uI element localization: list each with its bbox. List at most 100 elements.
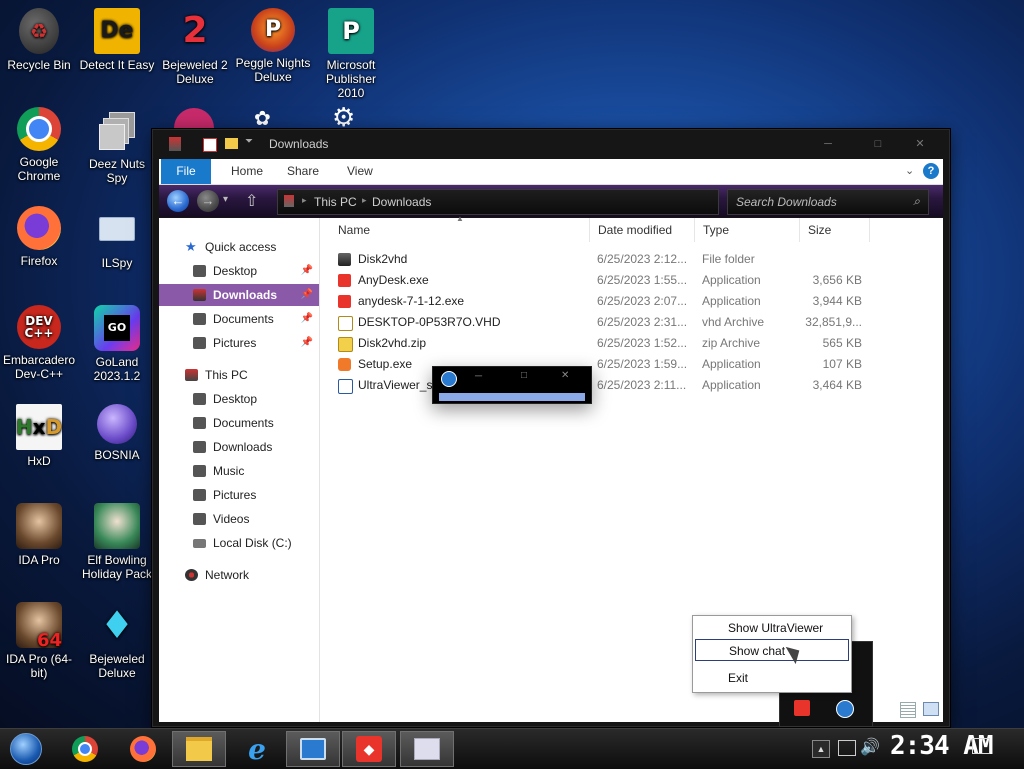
desktop-icon-deez-nuts-spy[interactable]: Deez Nuts Spy (78, 107, 156, 185)
taskbar-firefox[interactable] (116, 731, 170, 767)
pin-icon[interactable]: 📌 (301, 332, 313, 354)
column-header-type[interactable]: Type (695, 218, 800, 242)
table-row[interactable]: AnyDesk.exe 6/25/2023 1:55... Applicatio… (320, 270, 943, 291)
table-row[interactable]: DESKTOP-0P53R7O.VHD 6/25/2023 2:31... vh… (320, 312, 943, 333)
nav-pc-music[interactable]: Music (159, 460, 319, 482)
pin-icon[interactable]: 📌 (301, 284, 313, 306)
minimize-button[interactable]: ─ (475, 371, 482, 382)
menu-item-show-ultraviewer[interactable]: Show UltraViewer (693, 617, 851, 639)
taskbar-ultraviewer[interactable] (286, 731, 340, 767)
tab-share[interactable]: Share (287, 164, 319, 178)
desktop-icon-ida-pro[interactable]: IDA Pro (0, 503, 78, 567)
large-icons-view-button[interactable] (923, 702, 939, 716)
elf-bowling-icon (94, 503, 140, 549)
breadcrumb-this-pc[interactable]: This PC (314, 195, 357, 209)
close-button[interactable]: ✕ (905, 136, 935, 152)
diamond-icon: ♦ (99, 603, 135, 647)
desktop-icon-hxd[interactable]: HxD HxD (0, 404, 78, 468)
desktop-icon-ida-pro-64[interactable]: 64 IDA Pro (64-bit) (0, 602, 78, 680)
volume-icon[interactable]: 🔊 (860, 737, 880, 757)
properties-icon[interactable] (203, 138, 217, 152)
taskbar-app[interactable] (400, 731, 454, 767)
desktop-icon-bosnia[interactable]: BOSNIA (78, 404, 156, 462)
breadcrumb-downloads[interactable]: Downloads (372, 195, 431, 209)
column-header-name[interactable]: Name (330, 218, 590, 242)
desktop-icon-goland[interactable]: GO GoLand 2023.1.2 (78, 305, 156, 383)
folder-icon (186, 737, 212, 761)
taskbar-chrome[interactable] (58, 731, 112, 767)
desktop-icon-detect-it-easy[interactable]: De Detect It Easy (78, 8, 156, 72)
nav-quick-pictures[interactable]: Pictures 📌 (159, 332, 319, 354)
network-icon[interactable] (838, 740, 856, 756)
tab-view[interactable]: View (347, 164, 373, 178)
table-row[interactable]: UltraViewer_set 6/25/2023 2:11... Applic… (320, 375, 943, 396)
desktop-icon-dev-cpp[interactable]: DEV C++ Embarcadero Dev-C++ (0, 305, 78, 381)
minimize-button[interactable]: ─ (813, 136, 843, 152)
taskbar-file-explorer[interactable] (172, 731, 226, 767)
desktop-icon-elf-bowling[interactable]: Elf Bowling Holiday Pack (78, 503, 156, 581)
maximize-button[interactable]: □ (521, 370, 527, 381)
ultraviewer-mini-window[interactable]: ─ □ ✕ (432, 366, 592, 404)
table-row[interactable]: anydesk-7-1-12.exe 6/25/2023 2:07... App… (320, 291, 943, 312)
help-icon[interactable]: ? (923, 163, 939, 179)
maximize-button[interactable]: □ (863, 136, 893, 152)
nav-this-pc[interactable]: This PC (159, 364, 319, 386)
recent-locations-icon[interactable]: ▾ (223, 194, 228, 205)
desktop-icon-peggle-nights[interactable]: P Peggle Nights Deluxe (234, 8, 312, 84)
expand-ribbon-icon[interactable]: ⌄ (905, 164, 914, 177)
nav-quick-access[interactable]: ★ Quick access (159, 236, 319, 258)
table-row[interactable]: Disk2vhd.zip 6/25/2023 1:52... zip Archi… (320, 333, 943, 354)
column-header-date[interactable]: Date modified (590, 218, 695, 242)
search-input[interactable]: Search Downloads ⌕ (727, 189, 929, 215)
back-button[interactable]: ← (167, 190, 189, 212)
nav-pc-documents[interactable]: Documents (159, 412, 319, 434)
anydesk-icon: ◆ (356, 736, 382, 762)
nav-network[interactable]: Network (159, 564, 319, 586)
up-button[interactable]: ⇧ (245, 191, 258, 211)
nav-quick-documents[interactable]: Documents 📌 (159, 308, 319, 330)
windows-stack-icon (94, 107, 140, 153)
tab-home[interactable]: Home (231, 164, 263, 178)
nav-pc-desktop[interactable]: Desktop (159, 388, 319, 410)
new-folder-icon[interactable] (225, 138, 238, 149)
address-path[interactable]: ▸ This PC ▸ Downloads (277, 189, 719, 215)
taskbar-internet-explorer[interactable]: e (230, 731, 284, 767)
show-hidden-icons-button[interactable]: ▲ (812, 740, 830, 758)
desktop-icon-firefox[interactable]: Firefox (0, 206, 78, 268)
tab-file[interactable]: File (161, 159, 211, 184)
close-button[interactable]: ✕ (561, 370, 569, 381)
desktop-icon-google-chrome[interactable]: Google Chrome (0, 107, 78, 183)
start-button[interactable] (4, 731, 48, 767)
table-row[interactable]: Disk2vhd 6/25/2023 2:12... File folder (320, 249, 943, 270)
nav-pc-downloads[interactable]: Downloads (159, 436, 319, 458)
ultraviewer-tray-icon[interactable] (836, 700, 854, 718)
menu-item-exit[interactable]: Exit (693, 667, 851, 689)
monitor-chart-icon (414, 738, 440, 760)
menu-item-show-chat[interactable]: Show chat (695, 639, 849, 661)
notifications-icon[interactable] (972, 738, 990, 754)
pin-icon[interactable]: 📌 (301, 260, 313, 282)
nav-pc-local-disk[interactable]: Local Disk (C:) (159, 532, 319, 554)
forward-button[interactable]: → (197, 190, 219, 212)
address-bar: ← → ▾ ⇧ ▸ This PC ▸ Downloads Search Dow… (159, 185, 943, 217)
details-view-button[interactable] (900, 702, 916, 718)
desktop-icon-publisher[interactable]: P Microsoft Publisher 2010 (312, 8, 390, 100)
music-folder-icon (193, 465, 206, 477)
desktop-icon-recycle-bin[interactable]: ♻ Recycle Bin (0, 8, 78, 72)
setup-icon (338, 358, 351, 371)
chevron-down-icon[interactable]: ⏷ (245, 136, 253, 147)
nav-pc-videos[interactable]: Videos (159, 508, 319, 530)
desktop-icon-bejeweled-2[interactable]: 2 Bejeweled 2 Deluxe (156, 8, 234, 87)
column-header-size[interactable]: Size (800, 218, 870, 242)
nav-quick-desktop[interactable]: Desktop 📌 (159, 260, 319, 282)
title-bar[interactable]: ⏷ Downloads ─ □ ✕ (153, 130, 949, 158)
table-row[interactable]: Setup.exe 6/25/2023 1:59... Application … (320, 354, 943, 375)
desktop-icon-ilspy[interactable]: ILSpy (78, 206, 156, 270)
taskbar-anydesk[interactable]: ◆ (342, 731, 396, 767)
nav-quick-downloads[interactable]: Downloads 📌 (159, 284, 319, 306)
pin-icon[interactable]: 📌 (301, 308, 313, 330)
desktop-icon-bejeweled-deluxe[interactable]: ♦ Bejeweled Deluxe (78, 602, 156, 680)
anydesk-tray-icon[interactable] (794, 700, 810, 716)
nav-pc-pictures[interactable]: Pictures (159, 484, 319, 506)
ribbon-tabs: File Home Share View ⌄ ? (159, 159, 943, 185)
